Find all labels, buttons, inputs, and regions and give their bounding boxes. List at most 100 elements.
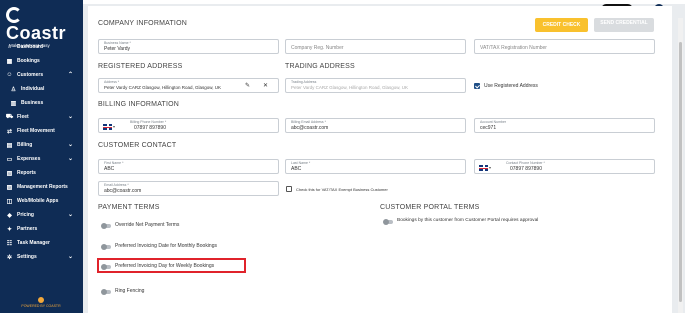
sidebar-item-business[interactable]: ▥ Business [0,96,83,110]
sidebar-item-label: Fleet Movement [17,128,55,134]
override-net-terms-toggle[interactable] [101,223,111,229]
weekly-invoicing-toggle[interactable] [101,264,111,270]
chevron-up-icon[interactable]: ⌃ [68,71,73,78]
sidebar-item-customers[interactable]: ☺ Customers ⌃ [0,68,83,82]
sidebar-item-expenses[interactable]: ▭ Expenses ⌄ [0,152,83,166]
company-reg-field[interactable]: Company Reg. Number [285,39,466,54]
sidebar-item-label: Dashboard [17,44,44,50]
sidebar-item-label: Bookings [17,58,40,64]
chart-icon: ▨ [6,184,13,191]
dashboard-icon: ⌂ [7,44,12,50]
sidebar-item-bookings[interactable]: ▦ Bookings [0,54,83,68]
chevron-down-icon[interactable]: ⌄ [68,141,73,148]
business-name-field[interactable]: Business Name * Peter Vardy [98,39,279,54]
chevron-down-icon[interactable]: ⌄ [68,211,73,218]
report-icon: ▧ [6,170,13,177]
billing-info-title: BILLING INFORMATION [98,101,180,108]
sidebar-item-pricing[interactable]: ◆ Pricing ⌄ [0,208,83,222]
tab-strip [83,0,685,4]
sidebar-item-label: Customers [17,72,44,78]
monthly-invoicing-toggle[interactable] [101,244,111,250]
sidebar-item-label: Expenses [17,156,41,162]
sidebar-item-dashboard[interactable]: ⌂ Dashboard [0,40,83,54]
sidebar-item-label: Individual [21,86,45,92]
monthly-invoicing-label: Preferred Invoicing Date for Monthly Boo… [115,243,217,249]
wallet-icon: ▭ [6,156,13,163]
chevron-down-icon[interactable]: ▾ [113,124,115,129]
registered-address-field[interactable]: Address * Peter Vardy CARZ Glasgow, Hill… [98,78,279,93]
chevron-down-icon[interactable]: ⌄ [68,113,73,120]
vat-exempt-checkbox[interactable] [286,186,292,192]
last-name-field[interactable]: Last Name * ABC [285,159,466,174]
sidebar-item-task-manager[interactable]: ☷ Task Manager [0,236,83,250]
company-info-title: COMPANY INFORMATION [98,20,187,27]
registered-address-title: REGISTERED ADDRESS [98,63,183,70]
customer-form: COMPANY INFORMATION CREDIT CHECK SEND CR… [88,6,672,313]
payment-terms-title: PAYMENT TERMS [98,204,160,211]
sidebar-item-web-mobile-apps[interactable]: ◫ Web/Mobile Apps [0,194,83,208]
trading-address-field[interactable]: Trading Address Peter Vardy CARZ Glasgow… [285,78,466,93]
trading-address-title: TRADING ADDRESS [285,63,355,70]
tag-icon: ◆ [7,212,12,219]
billing-phone-field[interactable]: ▾ Billing Phone Number * 07897 897890 [98,118,279,133]
contact-email-field[interactable]: Email Address * abc@coastr.com [98,181,279,196]
apps-icon: ◫ [6,198,13,205]
building-icon: ▥ [10,100,17,107]
sidebar-item-label: Task Manager [17,240,50,246]
weekly-invoicing-label: Preferred Invoicing Day for Weekly Booki… [115,263,215,269]
sidebar-item-label: Partners [17,226,38,232]
sidebar-nav: ⌂ Dashboard ▦ Bookings ☺ Customers ⌃ ♙ Individua… [0,40,83,264]
customer-contact-title: CUSTOMER CONTACT [98,142,177,149]
partners-icon: ✦ [6,226,13,233]
billing-email-field[interactable]: Billing Email Address * abc@coastr.com [285,118,466,133]
sidebar-item-label: Management Reports [17,184,68,190]
sidebar-item-individual[interactable]: ♙ Individual [0,82,83,96]
sidebar-item-label: Business [21,100,44,106]
car-icon: ⛟ [5,114,14,120]
sidebar-item-label: Billing [17,142,33,148]
sidebar-item-label: Reports [17,170,36,176]
sidebar-item-fleet[interactable]: ⛟ Fleet ⌄ [0,110,83,124]
uk-flag-icon[interactable] [479,165,488,171]
edit-icon[interactable]: ✎ [245,82,250,89]
close-icon[interactable]: ✕ [263,82,268,89]
scrollbar-thumb[interactable] [679,42,682,302]
sidebar-item-partners[interactable]: ✦ Partners [0,222,83,236]
coastr-badge-icon [38,297,44,303]
portal-terms-title: CUSTOMER PORTAL TERMS [380,204,480,211]
credit-check-button[interactable]: CREDIT CHECK [535,18,588,32]
portal-approval-toggle[interactable] [383,219,393,225]
route-icon: ⇄ [6,128,13,135]
vat-number-field[interactable]: VAT/TAX Registration Number [474,39,655,54]
sidebar-item-billing[interactable]: ▤ Billing ⌄ [0,138,83,152]
sidebar-item-settings[interactable]: ✲ Settings ⌄ [0,250,83,264]
contact-phone-field[interactable]: ▾ Contact Phone Number * 07897 897890 [474,159,655,174]
first-name-field[interactable]: First Name * ABC [98,159,279,174]
users-icon: ☺ [6,72,13,78]
gear-icon: ✲ [6,254,13,261]
chevron-down-icon[interactable]: ▾ [489,165,491,170]
tasks-icon: ☷ [6,240,13,247]
sidebar-item-management-reports[interactable]: ▨ Management Reports [0,180,83,194]
sidebar: Coastr Make your rent easy ⌂ Dashboard ▦ Bo… [0,0,83,313]
use-registered-address-checkbox[interactable] [474,83,480,89]
powered-by-text: POWERED BY COASTR [21,304,61,308]
billing-icon: ▤ [6,142,13,149]
sidebar-item-label: Web/Mobile Apps [17,198,59,204]
ring-fencing-label: Ring Fencing [115,288,145,294]
sidebar-item-reports[interactable]: ▧ Reports [0,166,83,180]
send-credential-button[interactable]: SEND CREDENTIAL [594,18,654,32]
chevron-down-icon[interactable]: ⌄ [68,155,73,162]
use-registered-address-label: Use Registered Address [484,83,538,89]
sidebar-item-label: Settings [17,254,37,260]
sidebar-item-fleet-movement[interactable]: ⇄ Fleet Movement [0,124,83,138]
account-number-field[interactable]: Account Number cec971 [474,118,655,133]
user-icon: ♙ [10,86,17,93]
chevron-down-icon[interactable]: ⌄ [68,253,73,260]
vat-exempt-label: Check this for VAT/TAX Exempt Business C… [296,187,388,192]
uk-flag-icon[interactable] [103,124,112,130]
ring-fencing-toggle[interactable] [101,289,111,295]
sidebar-item-label: Pricing [17,212,34,218]
sidebar-item-label: Fleet [17,114,29,120]
scrollbar[interactable] [678,18,683,313]
